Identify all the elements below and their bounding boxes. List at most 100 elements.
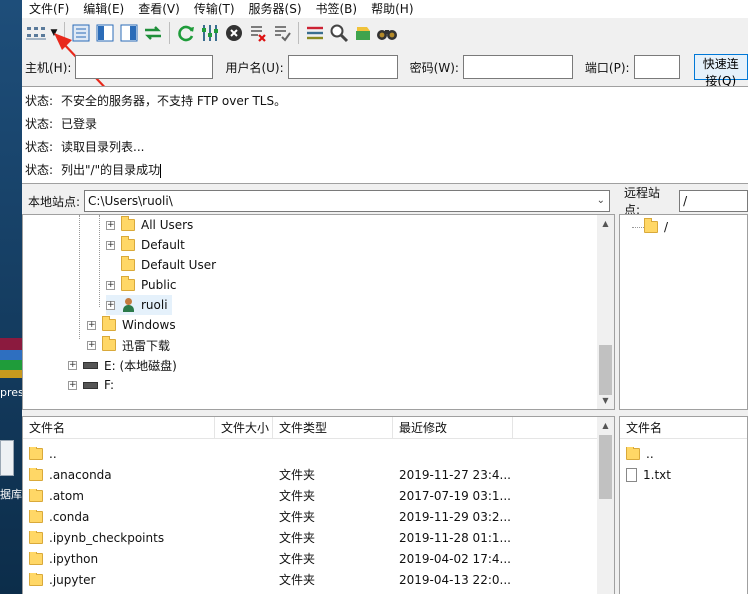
menu-transfer[interactable]: 传输(T) bbox=[187, 0, 242, 18]
scroll-down-icon[interactable]: ▼ bbox=[597, 392, 614, 409]
chevron-down-icon[interactable]: ⌄ bbox=[597, 191, 605, 211]
remote-directory-tree: / bbox=[619, 214, 748, 410]
tree-node[interactable]: + Public bbox=[106, 275, 177, 295]
toolbar: ▼ bbox=[22, 18, 748, 48]
file-row[interactable]: .. bbox=[23, 443, 513, 464]
expand-icon[interactable]: + bbox=[68, 360, 77, 370]
site-manager-button[interactable] bbox=[24, 21, 48, 45]
username-input[interactable] bbox=[287, 55, 398, 79]
column-header-filename[interactable]: 文件名 bbox=[620, 417, 747, 439]
folder-icon bbox=[626, 446, 640, 460]
column-header-modified[interactable]: 最近修改 bbox=[393, 417, 513, 439]
tree-node[interactable]: + F: bbox=[68, 375, 114, 395]
file-row[interactable]: .jupyter 文件夹 2019-04-13 22:0... bbox=[23, 569, 518, 590]
quickconnect-button[interactable]: 快速连接(Q) bbox=[693, 54, 748, 88]
menu-file[interactable]: 文件(F) bbox=[22, 0, 76, 18]
menu-bookmarks[interactable]: 书签(B) bbox=[309, 0, 365, 18]
folder-icon bbox=[121, 256, 135, 271]
sync-browsing-icon bbox=[356, 27, 370, 40]
expand-icon[interactable]: + bbox=[68, 380, 77, 390]
site-manager-dropdown-arrow[interactable]: ▼ bbox=[48, 21, 60, 45]
file-row[interactable]: 1.txt bbox=[620, 464, 671, 485]
expand-icon[interactable]: + bbox=[106, 220, 115, 230]
file-row[interactable]: .. bbox=[620, 443, 654, 464]
expand-icon[interactable]: + bbox=[106, 280, 115, 290]
tree-node-selected[interactable]: + ruoli bbox=[106, 295, 172, 315]
menu-edit[interactable]: 编辑(E) bbox=[76, 0, 131, 18]
port-input[interactable] bbox=[633, 55, 680, 79]
tree-node-label: / bbox=[664, 220, 669, 234]
host-input[interactable] bbox=[75, 55, 214, 79]
expand-icon[interactable]: + bbox=[106, 240, 115, 250]
file-type: 文件夹 bbox=[279, 573, 316, 587]
tree-node[interactable]: + All Users bbox=[106, 215, 193, 235]
local-tree-icon bbox=[96, 24, 114, 42]
column-header-filetype[interactable]: 文件类型 bbox=[273, 417, 393, 439]
file-name: 1.txt bbox=[643, 467, 671, 482]
cancel-icon bbox=[226, 25, 242, 41]
file-row[interactable]: .conda 文件夹 2019-11-29 03:2... bbox=[23, 506, 518, 527]
refresh-button[interactable] bbox=[174, 21, 198, 45]
folder-icon bbox=[29, 467, 43, 481]
file-modified: 2019-04-13 22:0... bbox=[399, 572, 511, 587]
scrollbar-thumb[interactable] bbox=[599, 345, 612, 395]
menu-help[interactable]: 帮助(H) bbox=[364, 0, 420, 18]
message-log: 状态: 不安全的服务器，不支持 FTP over TLS。 状态: 已登录 状态: 读… bbox=[22, 86, 748, 184]
desktop-document-icon[interactable] bbox=[0, 440, 14, 476]
folder-icon bbox=[121, 276, 135, 291]
winrar-icon[interactable] bbox=[0, 338, 22, 378]
menu-server[interactable]: 服务器(S) bbox=[242, 0, 309, 18]
toggle-remote-tree-button[interactable] bbox=[117, 21, 141, 45]
local-site-path-input[interactable]: C:\Users\ruoli\ ⌄ bbox=[84, 190, 611, 212]
disconnect-button[interactable] bbox=[246, 21, 270, 45]
tree-node-label: Windows bbox=[122, 318, 176, 332]
directory-comparison-button[interactable] bbox=[303, 21, 327, 45]
file-row[interactable]: .atom 文件夹 2017-07-19 03:1... bbox=[23, 485, 518, 506]
sync-browsing-button[interactable] bbox=[351, 21, 375, 45]
file-row[interactable]: .ipynb_checkpoints 文件夹 2019-11-28 01:1... bbox=[23, 527, 518, 548]
tree-node[interactable]: + E: (本地磁盘) bbox=[68, 355, 177, 375]
tree-node[interactable]: + Windows bbox=[87, 315, 176, 335]
menu-view[interactable]: 查看(V) bbox=[131, 0, 187, 18]
local-tree-scrollbar[interactable]: ▲ ▼ bbox=[597, 215, 614, 409]
message-log-icon bbox=[72, 24, 90, 42]
local-file-list-scrollbar[interactable]: ▲ bbox=[597, 417, 614, 594]
toggle-log-button[interactable] bbox=[69, 21, 93, 45]
column-header-filename[interactable]: 文件名 bbox=[23, 417, 215, 439]
tree-node-label: 迅雷下载 bbox=[122, 338, 171, 353]
tree-node[interactable]: / bbox=[644, 217, 668, 237]
text-cursor bbox=[160, 163, 162, 178]
file-name: .ipynb_checkpoints bbox=[49, 530, 165, 545]
file-row[interactable]: .anaconda 文件夹 2019-11-27 23:4... bbox=[23, 464, 518, 485]
tree-node[interactable]: + Default bbox=[106, 235, 185, 255]
desktop-background: pres 据库 bbox=[0, 0, 24, 594]
tree-node[interactable]: + 迅雷下载 bbox=[87, 335, 170, 355]
file-row[interactable]: .ipython 文件夹 2019-04-02 17:4... bbox=[23, 548, 518, 569]
expand-icon[interactable]: + bbox=[106, 300, 115, 310]
filename-filter-button[interactable] bbox=[327, 21, 351, 45]
scroll-up-icon[interactable]: ▲ bbox=[597, 417, 614, 434]
toggle-queue-button[interactable] bbox=[141, 21, 165, 45]
reconnect-button[interactable] bbox=[270, 21, 294, 45]
folder-icon bbox=[102, 336, 116, 351]
tree-node[interactable]: Default User bbox=[121, 255, 216, 275]
desktop-label-pres: pres bbox=[0, 386, 24, 399]
column-header-filesize[interactable]: 文件大小 bbox=[215, 417, 273, 439]
scroll-up-icon[interactable]: ▲ bbox=[597, 215, 614, 232]
expand-icon[interactable]: + bbox=[87, 340, 96, 350]
toolbar-separator bbox=[169, 22, 170, 44]
scrollbar-thumb[interactable] bbox=[599, 435, 612, 499]
filezilla-window: 文件(F) 编辑(E) 查看(V) 传输(T) 服务器(S) 书签(B) 帮助(… bbox=[22, 0, 748, 594]
password-input[interactable] bbox=[462, 55, 573, 79]
tree-node-label: Default User bbox=[141, 258, 217, 272]
folder-icon bbox=[102, 316, 116, 331]
drive-icon bbox=[83, 361, 98, 369]
toggle-local-tree-button[interactable] bbox=[93, 21, 117, 45]
magnifier-icon bbox=[330, 24, 349, 43]
process-queue-button[interactable] bbox=[198, 21, 222, 45]
cancel-button[interactable] bbox=[222, 21, 246, 45]
search-remote-files-button[interactable] bbox=[375, 21, 399, 45]
remote-site-path-input[interactable]: / bbox=[679, 190, 748, 212]
expand-icon[interactable]: + bbox=[87, 320, 96, 330]
folder-icon bbox=[29, 551, 43, 565]
